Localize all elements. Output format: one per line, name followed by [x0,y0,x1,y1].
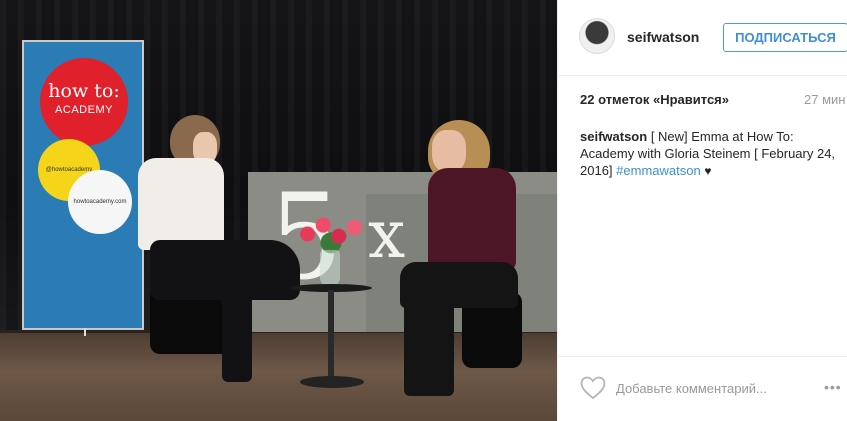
backdrop-letter: x [368,196,406,273]
speaker-left-blouse [138,158,224,250]
speaker-right-lower-leg [404,296,454,396]
banner-brand-line2: ACADEMY [55,104,113,116]
caption-heart-emoji: ♥ [704,164,712,178]
banner-logo-circle: how to: ACADEMY [40,58,128,146]
roll-up-banner: how to: ACADEMY @howtoacademy howtoacade… [22,40,144,336]
glass-vase [320,250,340,286]
side-table-leg [328,290,334,382]
post-caption: seifwatson [ New] Emma at How To: Academ… [580,128,838,180]
author-username[interactable]: seifwatson [627,29,699,45]
banner-site-circle: howtoacademy.com [68,170,132,234]
comment-input[interactable] [616,377,806,399]
banner-pole [84,328,86,336]
comment-bar: ••• [558,356,847,421]
speaker-left-lower-leg [222,282,252,382]
speaker-right-face [432,130,466,172]
likes-count[interactable]: 22 отметок «Нравится» [580,92,729,107]
caption-hashtag[interactable]: #emmawatson [616,163,701,178]
banner-brand-line1: how to: [48,80,120,102]
more-options-icon[interactable]: ••• [824,379,847,395]
post-stats: 22 отметок «Нравится» 27 мин [580,92,847,110]
speaker-right-sweater [428,168,516,270]
caption-username[interactable]: seifwatson [580,129,647,144]
avatar[interactable] [579,18,615,54]
follow-button[interactable]: ПОДПИСАТЬСЯ [723,23,847,52]
post-time[interactable]: 27 мин [804,92,845,107]
post-header: seifwatson ПОДПИСАТЬСЯ [558,0,847,76]
heart-icon[interactable] [580,376,606,400]
post-photo[interactable]: how to: ACADEMY @howtoacademy howtoacade… [0,0,557,421]
post-sidebar: seifwatson ПОДПИСАТЬСЯ 22 отметок «Нрави… [557,0,847,421]
side-table-base [300,376,364,388]
